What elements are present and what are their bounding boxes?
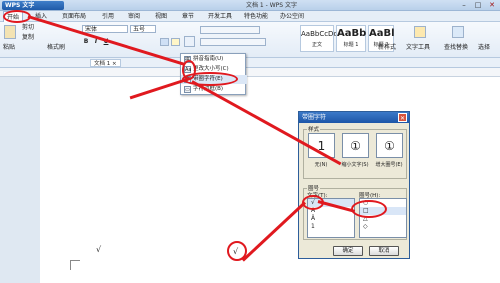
tab-section[interactable]: 章节 bbox=[182, 11, 194, 22]
symbol-list-item[interactable]: ◇ bbox=[360, 223, 406, 231]
cut-button[interactable]: 剪切 bbox=[22, 24, 34, 32]
style-sample: AaBb bbox=[337, 28, 367, 39]
tab-page-layout[interactable]: 页面布局 bbox=[62, 11, 86, 22]
tab-features[interactable]: 特色功能 bbox=[244, 11, 268, 22]
style-heading-1[interactable]: AaBb 标题 1 bbox=[336, 25, 366, 52]
enclose-characters-icon[interactable] bbox=[184, 36, 195, 47]
close-button[interactable]: ✕ bbox=[486, 1, 498, 10]
select-button[interactable]: 选择 bbox=[478, 44, 490, 52]
paragraph-align-icons[interactable] bbox=[200, 26, 260, 34]
ribbon-toolbar: 粘贴 剪切 复制 格式刷 宋体 五号 B I U AaBbCcDd 正文 AaB… bbox=[0, 22, 500, 58]
document-checkmark: √ bbox=[96, 245, 102, 254]
style-option-enlarge-label: 增大圈号(E) bbox=[375, 162, 403, 168]
style-option-shrink-label: 缩小文字(S) bbox=[341, 162, 369, 168]
ok-button[interactable]: 确定 bbox=[333, 246, 363, 256]
style-sample: AaBbCcDd bbox=[301, 30, 338, 38]
style-option-enlarge[interactable]: ① bbox=[376, 133, 403, 158]
paste-button[interactable]: 粘贴 bbox=[3, 44, 15, 52]
new-style-button[interactable]: 新样式 bbox=[378, 44, 396, 52]
text-tools-icon[interactable] bbox=[414, 26, 426, 38]
margin-marker bbox=[70, 260, 80, 270]
border-icon: ▭ bbox=[184, 86, 191, 93]
font-color-icon[interactable] bbox=[160, 38, 169, 46]
paragraph-spacing-icons[interactable] bbox=[200, 38, 266, 46]
minimize-button[interactable]: – bbox=[458, 1, 470, 10]
tab-office-space[interactable]: 办公空间 bbox=[280, 11, 304, 22]
style-option-shrink[interactable]: ① bbox=[342, 133, 369, 158]
style-group-label: 样式 bbox=[307, 125, 321, 133]
window-title: 文档 1 - WPS 文字 bbox=[246, 2, 297, 9]
text-list-item[interactable]: Ä bbox=[308, 215, 354, 223]
dialog-title: 带圈字符 bbox=[299, 112, 409, 123]
maximize-button[interactable]: □ bbox=[472, 1, 484, 10]
paste-icon[interactable] bbox=[4, 25, 16, 39]
tab-references[interactable]: 引用 bbox=[102, 11, 114, 22]
document-tab-bar: 文档 1 × bbox=[0, 58, 500, 68]
tab-developer[interactable]: 开发工具 bbox=[208, 11, 232, 22]
font-size-select[interactable]: 五号 bbox=[130, 25, 156, 33]
text-list-item[interactable]: 1 bbox=[308, 223, 354, 231]
find-replace-button[interactable]: 查找替换 bbox=[444, 44, 468, 52]
horizontal-ruler bbox=[0, 68, 500, 77]
menu-bar: 开始 插入 页面布局 引用 审阅 视图 章节 开发工具 特色功能 办公空间 bbox=[0, 11, 500, 22]
format-painter-button[interactable]: 格式刷 bbox=[47, 44, 65, 52]
text-tools-button[interactable]: 文字工具 bbox=[406, 44, 430, 52]
style-label: 标题 1 bbox=[343, 42, 359, 48]
highlight-icon[interactable] bbox=[171, 38, 180, 46]
tab-view[interactable]: 视图 bbox=[155, 11, 167, 22]
document-tab[interactable]: 文档 1 × bbox=[90, 59, 121, 67]
title-bar: WPS 文字 文档 1 - WPS 文字 – □ ✕ bbox=[0, 0, 500, 11]
menu-item-label: 拼音指南(U) bbox=[193, 56, 224, 62]
style-option-none-label: 无(N) bbox=[314, 162, 328, 168]
document-page[interactable]: √ √ bbox=[40, 77, 500, 283]
find-replace-icon[interactable] bbox=[452, 26, 464, 38]
enclose-characters-dialog: 带圈字符 ✕ 样式 1 无(N) ① 缩小文字(S) ① 增大圈号(E) 圈号 … bbox=[298, 111, 410, 259]
style-normal[interactable]: AaBbCcDd 正文 bbox=[300, 25, 338, 52]
bold-button[interactable]: B bbox=[82, 38, 90, 46]
font-name-select[interactable]: 宋体 bbox=[82, 25, 128, 33]
tab-review[interactable]: 审阅 bbox=[128, 11, 140, 22]
style-label: 正文 bbox=[311, 42, 322, 48]
style-sample: AaBl bbox=[369, 28, 395, 39]
highlight-ellipse bbox=[351, 200, 387, 218]
cancel-button[interactable]: 取消 bbox=[369, 246, 399, 256]
app-menu-button[interactable]: WPS 文字 bbox=[2, 1, 64, 10]
dialog-close-button[interactable]: ✕ bbox=[398, 113, 407, 122]
copy-button[interactable]: 复制 bbox=[22, 34, 34, 42]
